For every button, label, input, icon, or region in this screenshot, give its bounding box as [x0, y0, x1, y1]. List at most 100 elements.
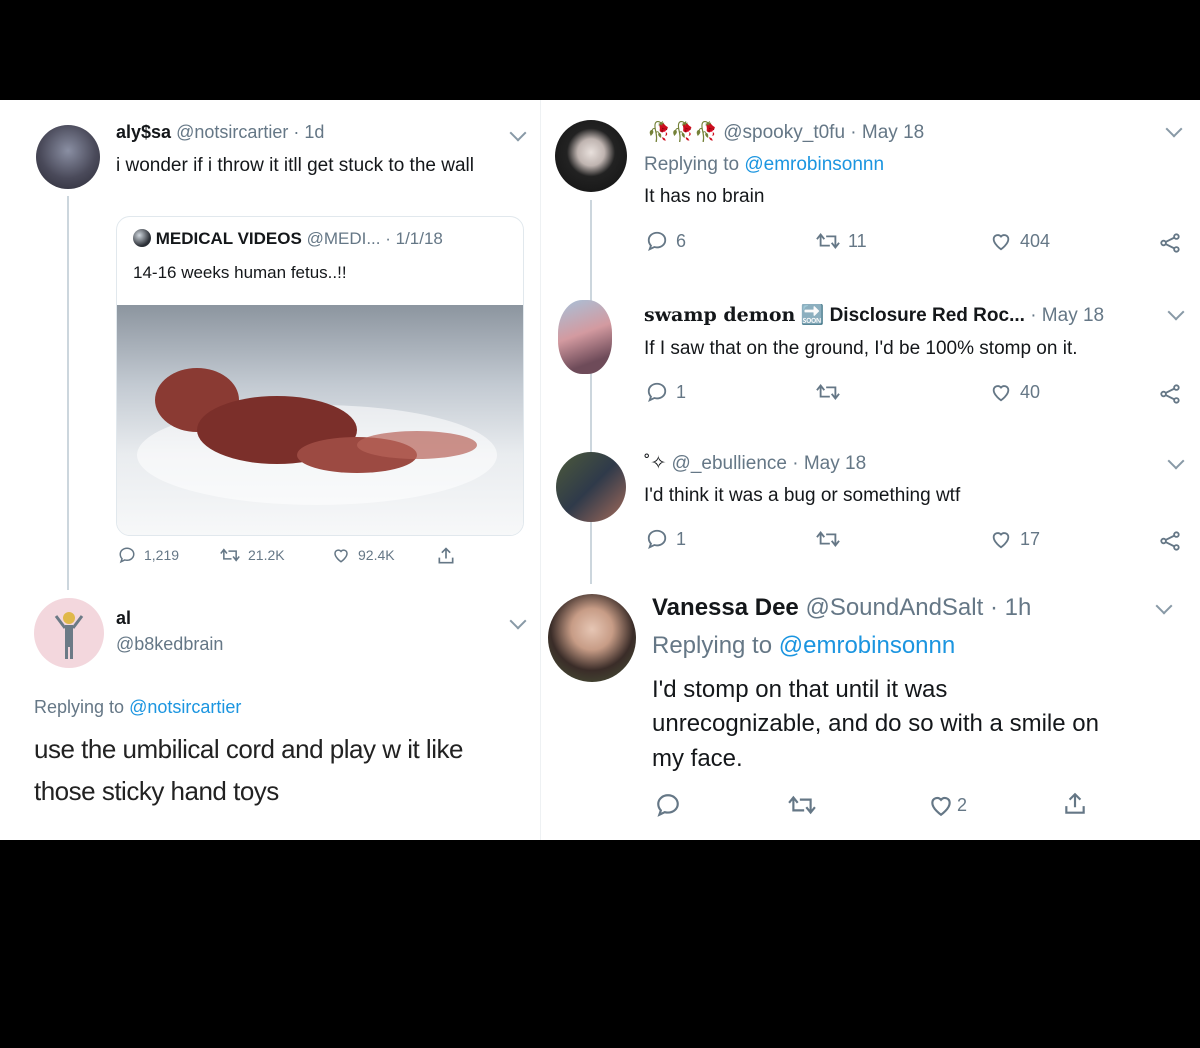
replying-to-line: Replying to @emrobinsonnn: [652, 632, 955, 660]
quoted-retweet-action[interactable]: 21.2K: [220, 546, 285, 564]
retweet-icon: [788, 795, 816, 815]
avatar-swamp-demon[interactable]: [558, 300, 612, 374]
reply-action[interactable]: 1: [646, 381, 686, 403]
tweet-header: ˚✧ @_ebullience · May 18: [644, 452, 866, 475]
tweet-text-line: my face.: [652, 745, 743, 772]
tweet-author-name[interactable]: al: [116, 608, 131, 629]
like-count: 17: [1020, 528, 1041, 549]
tweet-text: It has no brain: [644, 186, 765, 207]
like-count: 92.4K: [358, 547, 395, 563]
share-action[interactable]: [1158, 232, 1182, 254]
share-action[interactable]: [1062, 790, 1088, 818]
share-icon: [1065, 792, 1085, 814]
tweet-author-handle[interactable]: @notsircartier: [176, 122, 288, 142]
like-action[interactable]: 17: [990, 528, 1040, 550]
tweet-header: aly$sa @notsircartier · 1d: [116, 122, 324, 143]
reply-action[interactable]: 1: [646, 528, 686, 550]
retweet-action[interactable]: [788, 793, 816, 817]
like-action[interactable]: 2: [928, 792, 967, 818]
avatar-al[interactable]: [34, 598, 104, 668]
quoted-author-handle[interactable]: @MEDI...: [307, 229, 381, 248]
reply-count: 1: [676, 528, 687, 549]
replying-to-handle[interactable]: @notsircartier: [129, 697, 241, 717]
tweet-time[interactable]: · May 18: [1030, 305, 1104, 326]
like-action[interactable]: 40: [990, 381, 1040, 403]
quoted-media-image[interactable]: [117, 305, 523, 535]
reply-action[interactable]: 6: [646, 230, 686, 252]
tweet-author-handle[interactable]: @SoundAndSalt: [805, 594, 983, 621]
tweet-text-line: unrecognizable, and do so with a smile o…: [652, 710, 1099, 737]
retweet-count: 11: [848, 230, 867, 251]
quoted-reply-action[interactable]: 1,219: [118, 546, 179, 564]
tweet-time[interactable]: · May 18: [792, 453, 866, 474]
tweet-author-handle[interactable]: @spooky_t0fu: [723, 122, 845, 143]
quoted-tweet-text: 14-16 weeks human fetus..!!: [133, 263, 347, 282]
chevron-down-icon[interactable]: [509, 124, 527, 142]
avatar-spooky[interactable]: [555, 120, 627, 192]
reply-icon: [647, 231, 667, 252]
quoted-time: · 1/1/18: [385, 229, 443, 248]
retweet-icon: [816, 233, 840, 249]
share-action[interactable]: [1158, 530, 1182, 552]
tweet-time[interactable]: · 1h: [990, 594, 1031, 621]
heart-icon: [992, 385, 1010, 402]
replying-to-label: Replying to: [34, 697, 130, 717]
replying-to-handle[interactable]: @emrobinsonnn: [744, 154, 884, 175]
like-count: 2: [957, 794, 968, 815]
reply-count: 1,219: [144, 547, 180, 563]
avatar-vanessa[interactable]: [548, 594, 636, 682]
chevron-down-icon[interactable]: [1167, 452, 1185, 470]
replying-to-label: Replying to: [652, 632, 779, 659]
tweet-time[interactable]: · 1d: [293, 122, 324, 142]
rose-emoji: 🥀🥀🥀: [647, 122, 718, 143]
tweet-author-handle[interactable]: @b8kedbrain: [116, 634, 223, 655]
reply-count: 1: [676, 381, 687, 402]
share-icon: [1160, 384, 1180, 404]
replying-to-line: Replying to @notsircartier: [34, 697, 241, 718]
reply-icon: [647, 382, 667, 403]
quoted-author-name[interactable]: MEDICAL VIDEOS: [156, 229, 302, 248]
chevron-down-icon[interactable]: [1167, 303, 1185, 321]
tweet-text-line: those sticky hand toys: [34, 776, 279, 806]
share-icon: [438, 547, 454, 564]
reply-count: 6: [676, 230, 687, 251]
globe-icon: [133, 229, 151, 247]
reply-icon: [647, 529, 667, 550]
tweet-author-name[interactable]: Vanessa Dee: [652, 594, 799, 621]
retweet-action[interactable]: [816, 528, 840, 550]
chevron-down-icon[interactable]: [1155, 597, 1173, 615]
replying-to-handle[interactable]: @emrobinsonnn: [779, 632, 955, 659]
retweet-icon: [816, 531, 840, 547]
chevron-down-icon[interactable]: [1165, 120, 1183, 138]
heart-icon: [334, 549, 348, 563]
tweet-author-name-suffix[interactable]: Disclosure Red Roc...: [830, 305, 1025, 326]
quoted-tweet-card[interactable]: MEDICAL VIDEOS @MEDI... · 1/1/18 14-16 w…: [116, 216, 524, 536]
heart-icon: [931, 796, 951, 817]
share-action[interactable]: [1158, 383, 1182, 405]
tweet-author-handle[interactable]: @_ebullience: [672, 453, 787, 474]
quoted-share-action[interactable]: [436, 546, 456, 566]
retweet-action[interactable]: [816, 381, 840, 403]
retweet-icon: [220, 548, 240, 562]
heart-icon: [992, 234, 1010, 251]
quoted-like-action[interactable]: 92.4K: [332, 546, 395, 564]
photo-placeholder-icon: [137, 368, 497, 505]
replying-to-label: Replying to: [644, 154, 745, 175]
retweet-icon: [816, 384, 840, 400]
avatar-ebullience[interactable]: [556, 452, 626, 522]
reply-icon: [657, 794, 679, 817]
avatar-alyssa[interactable]: [36, 125, 100, 189]
thread-line-left: [67, 196, 69, 590]
chevron-down-icon[interactable]: [509, 612, 527, 630]
quoted-tweet-header: MEDICAL VIDEOS @MEDI... · 1/1/18: [133, 229, 443, 249]
tweet-time[interactable]: · May 18: [850, 122, 924, 143]
like-action[interactable]: 404: [990, 230, 1050, 252]
tweet-author-name[interactable]: swamp demon: [644, 304, 795, 326]
tweet-text: i wonder if i throw it itll get stuck to…: [116, 155, 474, 176]
tweet-text-line: I'd stomp on that until it was: [652, 676, 948, 703]
tweet-header: Vanessa Dee @SoundAndSalt · 1h: [652, 594, 1031, 622]
reply-action[interactable]: [655, 792, 681, 818]
retweet-action[interactable]: 11: [816, 230, 867, 252]
share-icon: [1160, 233, 1180, 253]
tweet-author-name[interactable]: aly$sa: [116, 122, 171, 142]
